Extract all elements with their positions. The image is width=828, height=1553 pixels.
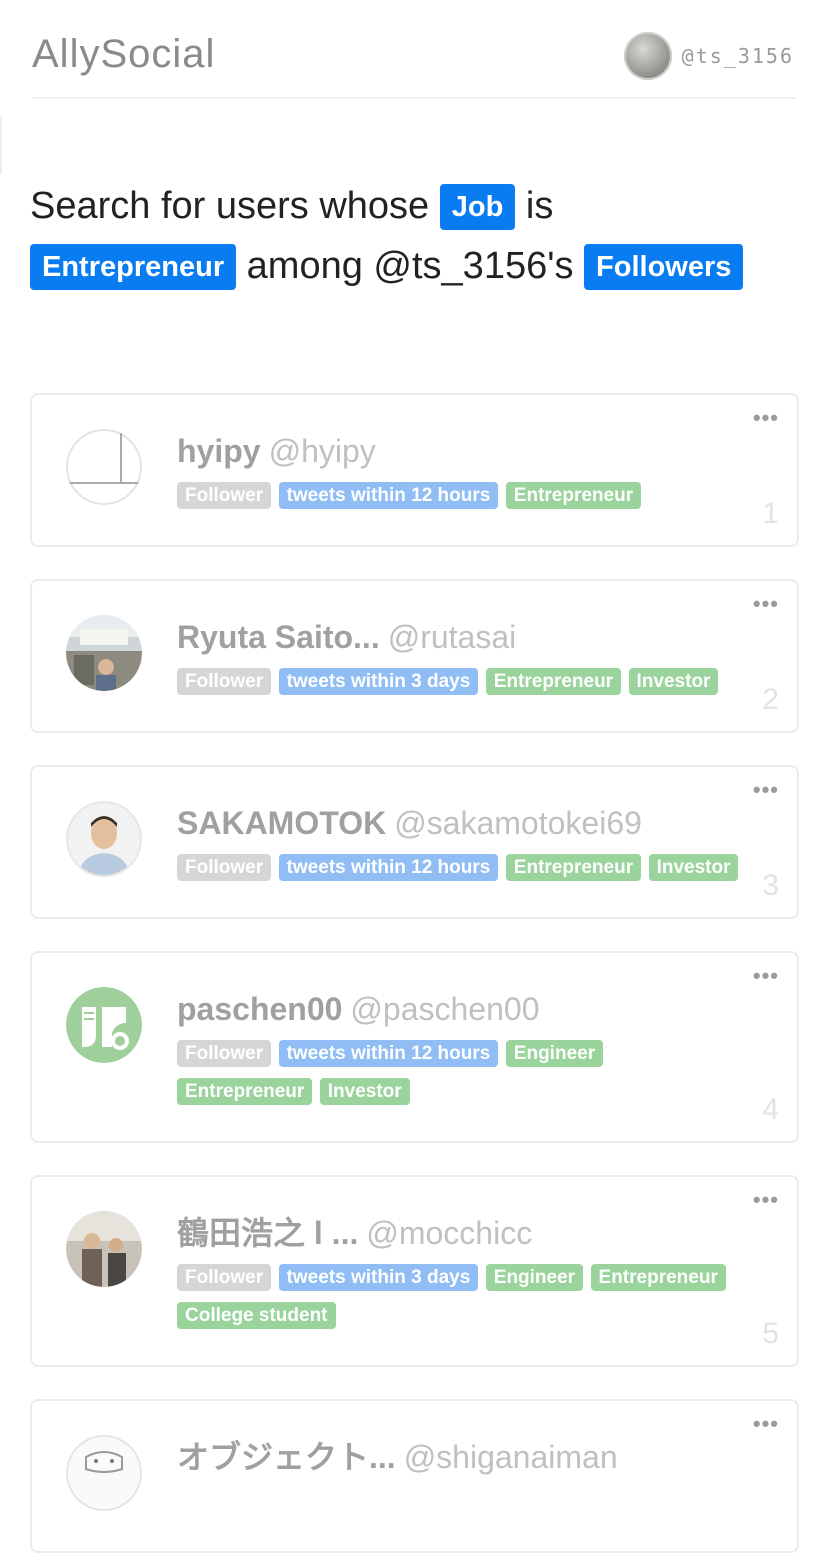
tag-relationship: Follower <box>177 1040 272 1067</box>
tag-activity: tweets within 12 hours <box>278 482 499 509</box>
tag-activity: tweets within 3 days <box>278 1264 479 1291</box>
rank-number: 5 <box>762 1317 779 1350</box>
tag-relationship: Follower <box>177 482 272 509</box>
display-name[interactable]: Ryuta Saito... <box>177 619 380 655</box>
user-handle[interactable]: @sakamotokei69 <box>394 805 642 841</box>
value-selector-chip[interactable]: Entrepreneur <box>30 244 237 290</box>
current-user-avatar[interactable] <box>623 32 672 80</box>
more-options-icon[interactable]: ••• <box>753 407 779 429</box>
user-name-line[interactable]: SAKAMOTOK @sakamotokei69 <box>177 803 642 843</box>
tag-relationship: Follower <box>177 854 272 881</box>
rank-number: 2 <box>762 683 779 716</box>
edge-divider <box>0 116 2 174</box>
query-text-1: Search for users whose <box>30 185 440 227</box>
user-name-line[interactable]: paschen00 @paschen00 <box>177 989 539 1029</box>
tag-attribute: Engineer <box>485 1264 584 1291</box>
user-card[interactable]: ••• Ryuta Saito...@rutasai Follower twe <box>30 579 799 733</box>
user-avatar[interactable] <box>66 801 142 877</box>
tag-list: Follower tweets within 3 days Entreprene… <box>177 668 777 706</box>
tag-attribute: Entrepreneur <box>590 1264 726 1291</box>
display-name[interactable]: オブジェクト... <box>177 1439 396 1475</box>
display-name[interactable]: paschen00 <box>177 991 342 1027</box>
tag-list: Follower tweets within 12 hours Engineer… <box>177 1040 637 1116</box>
tag-attribute: Entrepreneur <box>505 854 642 881</box>
current-user-handle[interactable]: @ts_3156 <box>682 44 794 68</box>
user-card[interactable]: ••• hyipy @hyipy Follower tweets within 1… <box>30 393 799 547</box>
tag-attribute: College student <box>177 1302 336 1329</box>
tag-list: Follower tweets within 3 days Engineer E… <box>177 1264 767 1340</box>
tag-attribute: Investor <box>319 1078 410 1105</box>
user-name-line[interactable]: Ryuta Saito... @rutasai <box>177 617 516 657</box>
user-card[interactable]: ••• SAKAMOTOK @sakamotokei69 Follower twe… <box>30 765 799 919</box>
user-avatar[interactable] <box>66 429 142 505</box>
user-avatar[interactable] <box>66 1211 142 1287</box>
more-options-icon[interactable]: ••• <box>753 1413 779 1435</box>
more-options-icon[interactable]: ••• <box>753 1189 779 1211</box>
tag-attribute: Engineer <box>505 1040 604 1067</box>
query-text-3: among @ts_3156's <box>236 245 585 287</box>
user-handle[interactable]: @mocchicc <box>366 1215 532 1251</box>
tag-attribute: Investor <box>648 854 739 881</box>
tag-attribute: Investor <box>628 668 719 695</box>
user-handle[interactable]: @shiganaiman <box>404 1439 618 1475</box>
rank-number: 1 <box>762 497 779 530</box>
search-query-sentence: Search for users whose Job is Entreprene… <box>30 176 810 296</box>
user-handle[interactable]: @rutasai <box>388 619 517 655</box>
more-options-icon[interactable]: ••• <box>753 779 779 801</box>
tag-attribute: Entrepreneur <box>505 482 642 509</box>
app-logo[interactable]: AllySocial <box>32 32 215 77</box>
user-name-line[interactable]: 鶴田浩之 l ... @mocchicc <box>177 1213 532 1253</box>
tag-relationship: Follower <box>177 1264 272 1291</box>
display-name[interactable]: SAKAMOTOK <box>177 805 386 841</box>
query-text-2: is <box>515 185 554 227</box>
more-options-icon[interactable]: ••• <box>753 593 779 615</box>
field-selector-chip[interactable]: Job <box>439 184 516 230</box>
app-header: AllySocial @ts_3156 <box>32 0 796 99</box>
tag-list: Follower tweets within 12 hours Entrepre… <box>177 482 777 520</box>
tag-activity: tweets within 12 hours <box>278 854 499 881</box>
user-avatar[interactable] <box>66 987 142 1063</box>
tag-attribute: Entrepreneur <box>177 1078 313 1105</box>
tag-activity: tweets within 3 days <box>278 668 479 695</box>
tag-attribute: Entrepreneur <box>485 668 622 695</box>
user-card[interactable]: ••• paschen00 @paschen00 Follower tweets … <box>30 951 799 1143</box>
user-card[interactable]: ••• オブジェクト... @shiganaiman <box>30 1399 799 1553</box>
user-handle[interactable]: @hyipy <box>269 433 376 469</box>
tag-list: Follower tweets within 12 hours Entrepre… <box>177 854 777 892</box>
user-name-line[interactable]: オブジェクト... @shiganaiman <box>177 1437 618 1477</box>
scope-selector-chip[interactable]: Followers <box>584 244 744 290</box>
display-name[interactable]: hyipy <box>177 433 261 469</box>
user-handle[interactable]: @paschen00 <box>350 991 539 1027</box>
tag-relationship: Follower <box>177 668 272 695</box>
tag-activity: tweets within 12 hours <box>278 1040 499 1067</box>
user-card[interactable]: ••• 鶴田浩之 l ... @mocchicc Follower tweets … <box>30 1175 799 1367</box>
rank-number: 3 <box>762 869 779 902</box>
user-avatar[interactable] <box>66 1435 142 1511</box>
more-options-icon[interactable]: ••• <box>753 965 779 987</box>
user-name-line[interactable]: hyipy @hyipy <box>177 431 376 471</box>
rank-number: 4 <box>762 1093 779 1126</box>
display-name[interactable]: 鶴田浩之 l ... <box>177 1215 358 1251</box>
current-user-chip[interactable]: @ts_3156 <box>623 32 794 80</box>
user-avatar[interactable] <box>66 615 142 691</box>
